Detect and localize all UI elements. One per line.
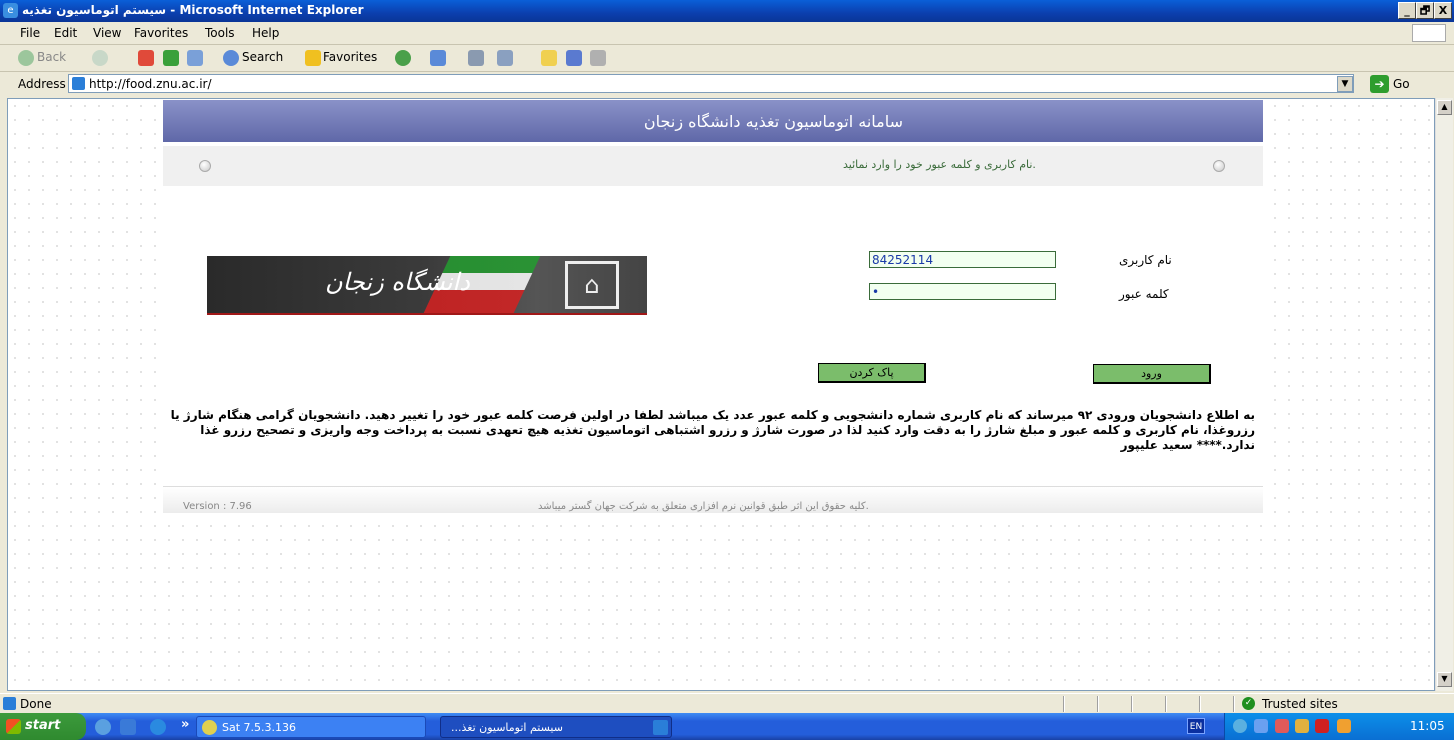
taskbar: start » Sat 7.5.3.136 ...سیستم اتوماسیون… [0,713,1454,740]
menu-file[interactable]: File [20,26,40,40]
circle-right-icon [1213,160,1225,172]
address-label: Address [18,77,66,91]
favorites-button[interactable]: Favorites [323,50,377,64]
page-footer: Version : 7.96 کلیه حقوق این اثر طبق قوا… [163,486,1263,513]
windows-logo-icon [1412,24,1446,42]
folder-icon[interactable] [541,50,557,66]
language-indicator[interactable]: EN [1187,718,1205,734]
scroll-down-icon[interactable]: ▼ [1437,672,1452,687]
taskbar-item-ie[interactable]: ...سیستم اتوماسیون تغذ [440,716,672,738]
home-icon[interactable] [187,50,203,66]
security-zone: Trusted sites [1262,697,1338,711]
menu-view[interactable]: View [93,26,121,40]
back-button[interactable]: Back [37,50,66,64]
refresh-icon[interactable] [163,50,179,66]
menu-edit[interactable]: Edit [54,26,77,40]
info-strip: نام کاربری و کلمه عبور خود را وارد نمائی… [163,146,1263,186]
taskbar-item-label: Sat 7.5.3.136 [222,721,297,734]
quicklaunch-chevron[interactable]: » [181,717,189,732]
back-icon [18,50,34,66]
page-favicon-icon [72,77,85,90]
go-button[interactable]: Go [1393,77,1410,91]
login-button[interactable]: ورود [1093,364,1211,384]
info-message: نام کاربری و کلمه عبور خود را وارد نمائی… [843,158,1036,171]
menu-favorites[interactable]: Favorites [134,26,188,40]
status-divider [1097,696,1099,712]
status-divider [1131,696,1133,712]
go-arrow-icon[interactable]: ➔ [1370,75,1389,93]
status-divider [1063,696,1065,712]
history-icon[interactable] [395,50,411,66]
kaspersky-tray-icon[interactable] [1315,719,1329,733]
print-icon[interactable] [468,50,484,66]
menu-help[interactable]: Help [252,26,279,40]
clear-button[interactable]: پاک کردن [818,363,926,383]
research-icon[interactable] [590,50,606,66]
start-label: start [25,718,61,733]
status-bar: Done ✓ Trusted sites [0,693,1454,714]
windows-flag-icon [6,719,21,734]
university-emblem-icon: ⌂ [565,261,619,309]
ie-task-icon [653,720,668,735]
ie-icon: e [3,3,18,18]
mail-icon[interactable] [430,50,446,66]
antivirus-tray-icon[interactable] [1295,719,1309,733]
page-status-icon [3,697,16,710]
update-tray-icon[interactable] [1337,719,1351,733]
username-label: نام کاربری [1119,253,1172,267]
security-tray-icon[interactable] [1275,719,1289,733]
taskbar-item-label: ...سیستم اتوماسیون تغذ [451,721,563,734]
status-text: Done [20,697,52,711]
forward-icon[interactable] [92,50,108,66]
address-input[interactable]: http://food.znu.ac.ir/ [68,74,1354,93]
page-header: سامانه اتوماسیون تغذیه دانشگاه زنجان [163,100,1263,142]
window-title-bar[interactable]: e سیستم اتوماسیون تغذیه - Microsoft Inte… [0,0,1454,22]
window-title: سیستم اتوماسیون تغذیه - Microsoft Intern… [22,3,364,17]
status-divider [1233,696,1235,712]
maximize-button[interactable]: 🗗 [1416,2,1434,19]
version-text: Version : 7.96 [183,501,252,512]
circle-left-icon [199,160,211,172]
search-icon [223,50,239,66]
favorites-star-icon [305,50,321,66]
messenger-quicklaunch-icon[interactable] [95,719,111,735]
address-url: http://food.znu.ac.ir/ [89,77,212,91]
sat-app-icon [202,720,217,735]
network-tray-icon[interactable] [1233,719,1247,733]
copyright-text: کلیه حقوق این اثر طبق قوانین نرم افزاری … [538,501,869,512]
start-button[interactable]: start [0,713,86,740]
password-label: کلمه عبور [1119,287,1169,301]
toolbar: Back Search Favorites [0,45,1454,72]
menu-tools[interactable]: Tools [205,26,235,40]
menu-bar: File Edit View Favorites Tools Help [0,22,1454,45]
close-button[interactable]: X [1434,2,1452,19]
clock: 11:05 [1410,719,1445,733]
taskbar-item-sat[interactable]: Sat 7.5.3.136 [196,716,426,738]
stop-icon[interactable] [138,50,154,66]
scroll-up-icon[interactable]: ▲ [1437,100,1452,115]
address-dropdown-icon[interactable]: ▼ [1337,76,1353,92]
logo-text: دانشگاه زنجان [325,268,470,296]
messenger-tray-icon[interactable] [1254,719,1268,733]
status-divider [1165,696,1167,712]
login-panel: سامانه اتوماسیون تغذیه دانشگاه زنجان نام… [163,100,1263,513]
ie-quicklaunch-icon[interactable] [150,719,166,735]
password-input[interactable] [869,283,1056,300]
trusted-sites-icon: ✓ [1242,697,1255,710]
notice-text: به اطلاع دانشجویان ورودی ۹۲ میرساند که ن… [170,408,1255,452]
username-input[interactable] [869,251,1056,268]
university-logo: ⌂ دانشگاه زنجان [207,256,647,315]
messenger-icon[interactable] [566,50,582,66]
edit-icon[interactable] [497,50,513,66]
minimize-button[interactable]: _ [1398,2,1416,19]
desktop-quicklaunch-icon[interactable] [120,719,136,735]
vertical-scrollbar[interactable]: ▲ ▼ [1435,98,1453,691]
address-bar: Address http://food.znu.ac.ir/ [0,72,1454,96]
page-title: سامانه اتوماسیون تغذیه دانشگاه زنجان [643,112,903,131]
status-divider [1199,696,1201,712]
search-button[interactable]: Search [242,50,283,64]
